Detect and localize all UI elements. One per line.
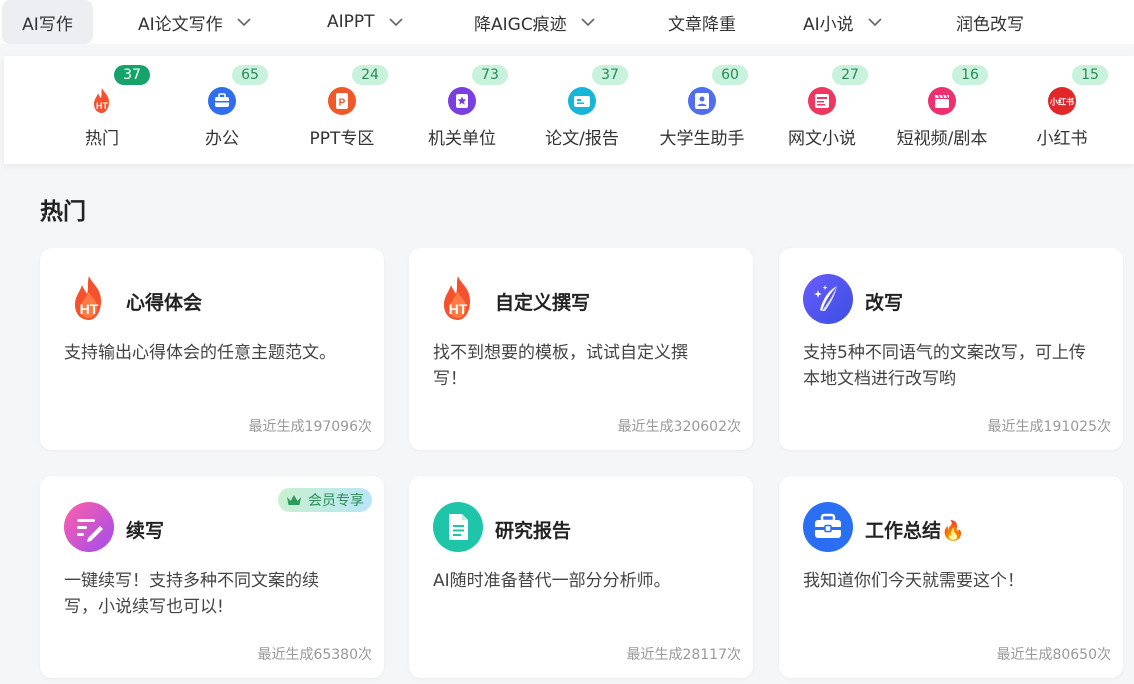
category-label: 网文小说 [788,129,856,149]
card-title: 工作总结🔥 [865,520,965,542]
card-description: AI随时准备替代一部分分析师。 [433,571,671,591]
category-government[interactable]: 73 机关单位 [402,56,522,164]
ticket-icon [567,86,597,116]
template-card[interactable]: 工作总结🔥 我知道你们今天就需要这个！ 最近生成80650次 [779,476,1123,678]
nav-label: 降AIGC痕迹 [474,14,567,35]
template-card[interactable]: 改写 支持5种不同语气的文案改写，可上传本地文档进行改写哟 最近生成191025… [779,248,1123,450]
card-description: 支持5种不同语气的文案改写，可上传本地文档进行改写哟 [803,343,1086,389]
card-title: 续写 [126,520,165,542]
category-count-badge: 60 [712,65,748,85]
svg-text:HT: HT [80,301,99,317]
svg-text:HT: HT [449,301,468,317]
top-nav: AI写作 AI论文写作 AIPPT 降AIGC痕迹 文章降重 AI小说 润色改写 [0,0,1134,44]
nav-item-aippt[interactable]: AIPPT [327,0,403,44]
category-count-badge: 37 [114,65,150,85]
section-title: 热门 [40,199,86,225]
card-usage-count: 最近生成65380次 [257,647,372,663]
chevron-down-icon [388,15,403,29]
hot-flame-icon: HT [64,274,114,324]
category-label: 机关单位 [428,129,496,149]
card-usage-count: 最近生成320602次 [617,419,741,435]
vip-badge: 会员专享 [278,488,372,512]
ppt-icon: P [327,86,357,116]
template-card[interactable]: HT 自定义撰写 找不到想要的模板，试试自定义撰写！ 最近生成320602次 [409,248,753,450]
category-label: 小红书 [1036,129,1088,149]
nav-label: AI写作 [22,14,73,35]
category-label: 办公 [205,129,239,149]
category-count-badge: 27 [832,65,868,85]
svg-text:P: P [339,98,346,109]
card-description: 我知道你们今天就需要这个！ [803,571,1024,591]
template-card[interactable]: HT 心得体会 支持输出心得体会的任意主题范文。 最近生成197096次 [40,248,384,450]
category-hot[interactable]: 37 HT 热门 [42,56,162,164]
nav-item-reduce-aigc[interactable]: 降AIGC痕迹 [474,0,595,44]
card-usage-count: 最近生成28117次 [626,647,741,663]
toolbox-icon [803,502,853,552]
category-count-badge: 24 [352,65,388,85]
quill-sparkle-icon [803,274,853,324]
template-card[interactable]: 会员专享 续写 一键续写！支持多种不同文案的续写，小说续写也可以! 最近生成65… [40,476,384,678]
star-badge-icon [447,86,477,116]
document-icon [433,502,483,552]
category-count-badge: 16 [952,65,988,85]
nav-item-ai-writing[interactable]: AI写作 [2,0,93,44]
nav-item-dedupe[interactable]: 文章降重 [668,0,736,44]
crown-icon [287,495,301,505]
category-count-badge: 15 [1072,65,1108,85]
svg-text:HT: HT [96,101,108,111]
category-count-badge: 37 [592,65,628,85]
nav-item-polish[interactable]: 润色改写 [956,0,1024,44]
card-description: 支持输出心得体会的任意主题范文。 [64,343,336,363]
category-short-video[interactable]: 16 短视频/剧本 [882,56,1002,164]
card-title: 研究报告 [495,520,572,542]
category-web-novel[interactable]: 27 网文小说 [762,56,882,164]
card-description: 找不到想要的模板，试试自定义撰写！ [433,343,688,389]
category-xiaohongshu[interactable]: 15 小红书 小红书 [1002,56,1122,164]
nav-item-ai-paper[interactable]: AI论文写作 [138,0,251,44]
chevron-down-icon [581,15,595,29]
category-label: PPT专区 [309,129,375,149]
vip-label: 会员专享 [308,493,364,509]
category-label: 短视频/剧本 [896,129,988,149]
nav-label: 文章降重 [668,14,736,35]
book-icon [807,86,837,116]
nav-label: AIPPT [327,12,375,32]
clapper-icon [927,86,957,116]
category-ppt[interactable]: 24 P PPT专区 [282,56,402,164]
category-paper-report[interactable]: 37 论文/报告 [522,56,642,164]
card-title: 心得体会 [126,292,203,314]
card-title: 改写 [865,292,904,314]
nav-label: 润色改写 [956,14,1024,35]
template-card[interactable]: 研究报告 AI随时准备替代一部分分析师。 最近生成28117次 [409,476,753,678]
nav-label: AI小说 [803,14,854,35]
svg-text:小红书: 小红书 [1049,97,1074,107]
card-title: 自定义撰写 [495,292,591,314]
hot-icon: HT [87,86,117,116]
card-usage-count: 最近生成80650次 [996,647,1111,663]
category-label: 大学生助手 [659,129,745,149]
category-strip: 37 HT 热门 65 办公 24 P PPT专区 73 机关单位 37 论文/… [4,56,1134,164]
chevron-down-icon [868,15,882,29]
nav-item-ai-novel[interactable]: AI小说 [803,0,882,44]
category-count-badge: 65 [232,65,268,85]
card-usage-count: 最近生成191025次 [987,419,1111,435]
category-label: 热门 [85,129,119,149]
briefcase-icon [207,86,237,116]
category-count-badge: 73 [472,65,508,85]
category-office[interactable]: 65 办公 [162,56,282,164]
category-label: 论文/报告 [545,129,619,149]
nav-label: AI论文写作 [138,14,223,35]
student-icon [687,86,717,116]
card-usage-count: 最近生成197096次 [248,419,372,435]
chevron-down-icon [237,15,251,29]
hot-flame-icon: HT [433,274,483,324]
card-description: 一键续写！支持多种不同文案的续写，小说续写也可以! [64,571,319,617]
xiaohongshu-icon: 小红书 [1047,86,1077,116]
category-student[interactable]: 60 大学生助手 [642,56,762,164]
continue-write-icon [64,502,114,552]
